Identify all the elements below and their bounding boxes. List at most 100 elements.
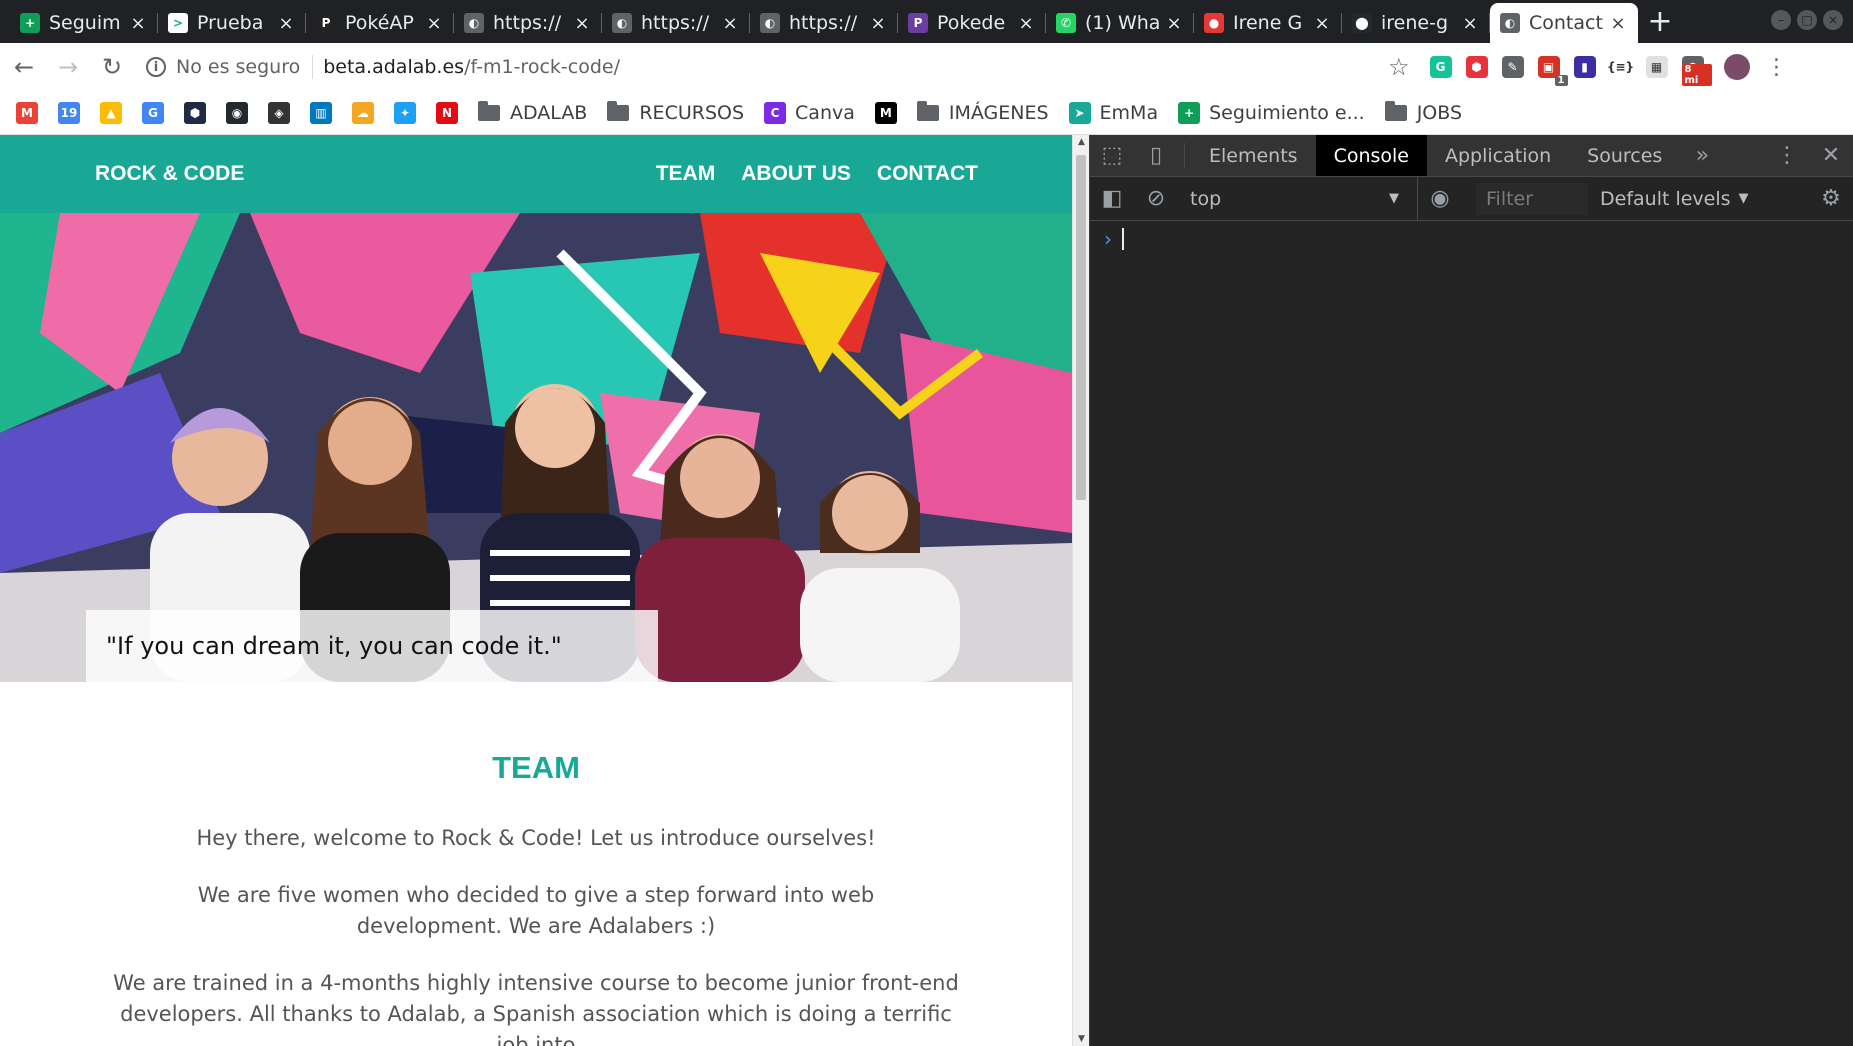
- tab-close-icon[interactable]: ×: [1164, 13, 1184, 34]
- bookmark-item[interactable]: + Seguimiento e...: [1178, 101, 1365, 124]
- device-toolbar-icon[interactable]: ▯: [1134, 135, 1178, 176]
- log-levels-dropdown[interactable]: Default levels ▼: [1600, 188, 1749, 210]
- browser-tab[interactable]: P Pokede ×: [898, 3, 1046, 43]
- clear-console-icon[interactable]: ⊘: [1134, 186, 1178, 211]
- nav-team-link[interactable]: TEAM: [656, 162, 716, 186]
- tab-close-icon[interactable]: ×: [572, 13, 592, 34]
- info-icon[interactable]: i: [146, 57, 166, 77]
- folder-icon: [478, 100, 500, 121]
- site-brand[interactable]: ROCK & CODE: [95, 162, 244, 186]
- bookmark-ext-icon[interactable]: ▮: [1573, 56, 1596, 78]
- browser-tab[interactable]: ◐ https:// ×: [602, 3, 750, 43]
- tab-close-icon[interactable]: ×: [128, 13, 148, 34]
- browser-tab[interactable]: ◐ https:// ×: [750, 3, 898, 43]
- adblock-icon[interactable]: ⬢: [1465, 56, 1488, 78]
- browser-tab[interactable]: ✆ (1) Wha ×: [1046, 3, 1194, 43]
- bookmark-label: Seguimiento e...: [1209, 101, 1365, 124]
- scroll-down-icon[interactable]: ▼: [1073, 1034, 1090, 1044]
- new-tab-button[interactable]: +: [1638, 3, 1682, 43]
- bookmark-label: Canva: [795, 101, 855, 124]
- page-scrollbar[interactable]: ▲ ▼: [1072, 135, 1089, 1046]
- bookmark-item[interactable]: ◉: [226, 101, 248, 124]
- context-selector[interactable]: top ▼: [1178, 176, 1418, 221]
- bookmark-item[interactable]: M: [874, 101, 897, 124]
- nav-contact-link[interactable]: CONTACT: [877, 162, 978, 186]
- bookmark-item[interactable]: ▥: [310, 101, 332, 124]
- cloud-icon: ☁: [352, 101, 374, 124]
- forward-icon[interactable]: →: [48, 47, 88, 87]
- browser-tab[interactable]: ● Irene G ×: [1194, 3, 1342, 43]
- minimize-button[interactable]: –: [1771, 10, 1791, 30]
- pattern-icon[interactable]: ▦: [1645, 56, 1668, 78]
- console-prompt[interactable]: ›: [1090, 221, 1853, 251]
- extension-badge: 1: [1554, 75, 1568, 86]
- console-filter-input[interactable]: [1476, 182, 1588, 215]
- extensions-row: G ⬢ ✎ ▣1 ▮ {≡} ▦ ☂8 mi: [1429, 56, 1712, 86]
- tab-close-icon[interactable]: ×: [1312, 13, 1332, 34]
- browser-tab[interactable]: P PokéAP ×: [306, 3, 454, 43]
- close-window-button[interactable]: ×: [1823, 10, 1843, 30]
- meme-icon[interactable]: ▣ 1: [1537, 56, 1568, 86]
- tab-close-icon[interactable]: ×: [1460, 13, 1480, 34]
- sidebar-toggle-icon[interactable]: ◧: [1090, 186, 1134, 211]
- bookmark-item[interactable]: G: [142, 101, 164, 124]
- codecademy-icon: ⬢: [184, 101, 206, 124]
- grammarly-icon[interactable]: G: [1429, 56, 1452, 78]
- tab-close-icon[interactable]: ×: [720, 13, 740, 34]
- address-bar[interactable]: i No es seguro beta.adalab.es/f-m1-rock-…: [146, 47, 1376, 87]
- extension-glyph: ✎: [1507, 60, 1518, 74]
- json-icon[interactable]: {≡}: [1607, 56, 1634, 78]
- close-devtools-icon[interactable]: ✕: [1809, 135, 1853, 176]
- bookmark-item[interactable]: C Canva: [764, 101, 855, 124]
- tab-console[interactable]: Console: [1315, 135, 1427, 176]
- eye-icon[interactable]: ◉: [1418, 186, 1462, 211]
- tab-close-icon[interactable]: ×: [1016, 13, 1036, 34]
- tab-elements[interactable]: Elements: [1191, 135, 1316, 176]
- browser-tab[interactable]: ◐ Contact ×: [1490, 3, 1638, 43]
- browser-tab[interactable]: + Seguim ×: [10, 3, 158, 43]
- bookmark-item[interactable]: 19: [58, 101, 80, 124]
- bookmark-item[interactable]: ⬢: [184, 101, 206, 124]
- bookmark-item[interactable]: M: [16, 101, 38, 124]
- extension-glyph: ▣: [1542, 60, 1555, 74]
- section-title: TEAM: [492, 750, 580, 785]
- bookmark-item[interactable]: N: [436, 101, 458, 124]
- tab-application[interactable]: Application: [1427, 135, 1569, 176]
- bookmark-item[interactable]: ☁: [352, 101, 374, 124]
- tab-close-icon[interactable]: ×: [1608, 13, 1628, 34]
- scroll-up-icon[interactable]: ▲: [1073, 137, 1090, 147]
- bookmark-item[interactable]: ▲: [100, 101, 122, 124]
- tab-sources[interactable]: Sources: [1569, 135, 1680, 176]
- profile-avatar[interactable]: [1723, 54, 1750, 80]
- tab-close-icon[interactable]: ×: [868, 13, 888, 34]
- eyedropper-icon[interactable]: ✎: [1501, 56, 1524, 78]
- bookmark-star-icon[interactable]: ☆: [1388, 53, 1410, 81]
- bookmark-label: JOBS: [1416, 101, 1463, 124]
- inspect-element-icon[interactable]: ⬚: [1090, 135, 1134, 176]
- maximize-button[interactable]: □: [1797, 10, 1817, 30]
- browser-menu-icon[interactable]: ⋮: [1766, 55, 1788, 80]
- bookmark-folder[interactable]: IMÁGENES: [916, 100, 1049, 124]
- devtools-menu-icon[interactable]: ⋮: [1765, 135, 1809, 176]
- tab-close-icon[interactable]: ×: [424, 13, 444, 34]
- browser-tab[interactable]: > Prueba ×: [158, 3, 306, 43]
- reload-icon[interactable]: ↻: [92, 47, 132, 87]
- weather-icon[interactable]: ☂8 mi: [1681, 56, 1712, 86]
- url-path[interactable]: /f-m1-rock-code/: [464, 56, 620, 78]
- settings-gear-icon[interactable]: ⚙: [1809, 186, 1853, 211]
- bookmark-folder[interactable]: JOBS: [1384, 100, 1463, 124]
- bookmark-folder[interactable]: ADALAB: [478, 100, 587, 124]
- browser-tab[interactable]: ⬤ irene-g ×: [1342, 3, 1490, 43]
- scrollbar-thumb[interactable]: [1076, 155, 1086, 500]
- more-tabs-icon[interactable]: »: [1680, 135, 1724, 176]
- bookmark-item[interactable]: ✦: [394, 101, 416, 124]
- tab-close-icon[interactable]: ×: [276, 13, 296, 34]
- url-host[interactable]: beta.adalab.es: [323, 56, 464, 78]
- bookmark-item[interactable]: ◈: [268, 101, 290, 124]
- security-label[interactable]: No es seguro: [176, 56, 300, 78]
- browser-tab[interactable]: ◐ https:// ×: [454, 3, 602, 43]
- nav-about-link[interactable]: ABOUT US: [741, 162, 851, 186]
- bookmark-item[interactable]: ➤ EmMa: [1068, 101, 1158, 124]
- back-icon[interactable]: ←: [4, 47, 44, 87]
- bookmark-folder[interactable]: RECURSOS: [607, 100, 744, 124]
